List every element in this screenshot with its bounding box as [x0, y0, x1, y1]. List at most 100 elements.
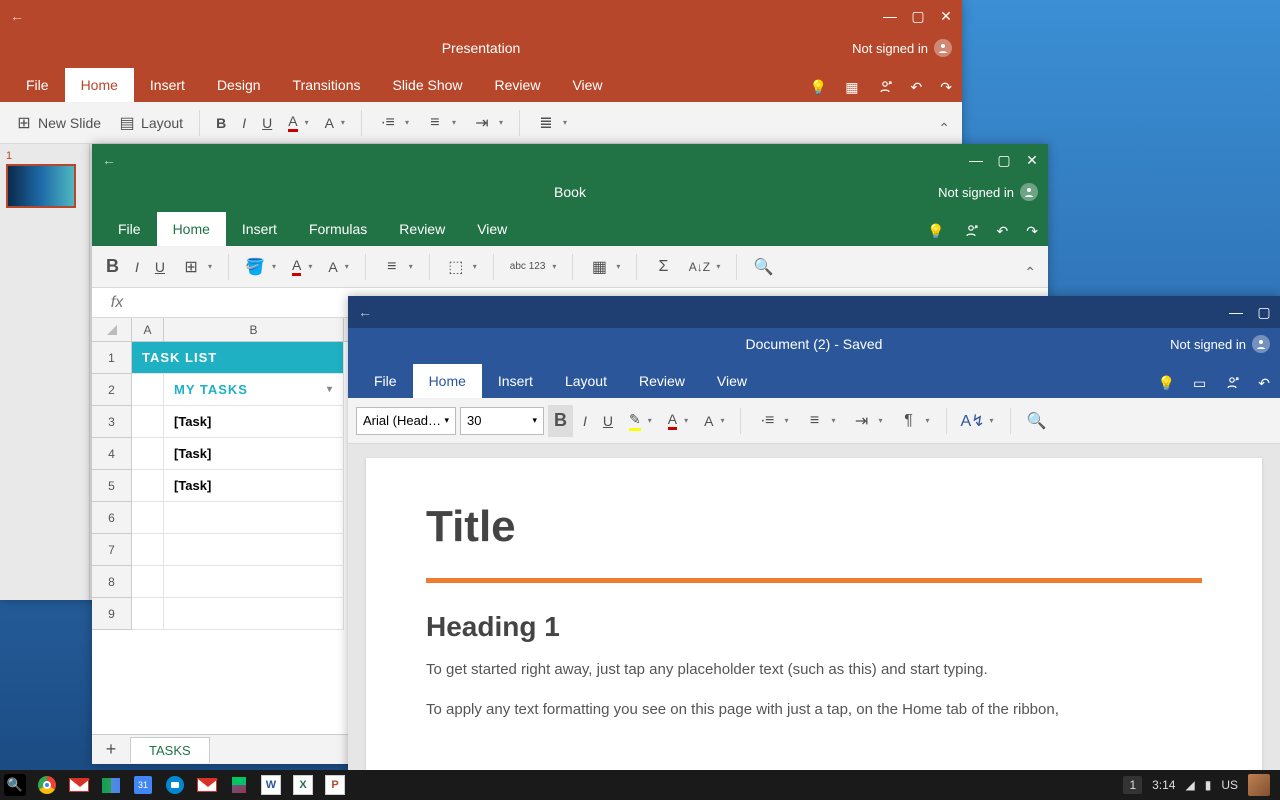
- font-color-button[interactable]: A: [282, 107, 314, 139]
- lightbulb-icon[interactable]: 💡: [927, 223, 944, 240]
- row-header[interactable]: 8: [92, 566, 132, 598]
- calendar-icon[interactable]: 31: [132, 774, 154, 796]
- cell[interactable]: MY TASKS▾: [164, 374, 344, 406]
- tab-transitions[interactable]: Transitions: [277, 68, 377, 102]
- col-header-a[interactable]: A: [132, 318, 164, 341]
- tab-view[interactable]: View: [556, 68, 618, 102]
- read-mode-icon[interactable]: ▭: [1193, 375, 1206, 392]
- undo-icon[interactable]: ↶: [1258, 375, 1270, 392]
- document-page[interactable]: Title Heading 1 To get started right awa…: [366, 458, 1262, 776]
- wd-signin[interactable]: Not signed in: [1170, 335, 1270, 353]
- minimize-icon[interactable]: —: [882, 8, 898, 24]
- gmail-icon[interactable]: [68, 774, 90, 796]
- paragraph-button[interactable]: ¶: [893, 405, 936, 437]
- align-button[interactable]: ≡: [376, 251, 419, 283]
- row-header[interactable]: 7: [92, 534, 132, 566]
- drive-icon[interactable]: [100, 774, 122, 796]
- document-area[interactable]: Title Heading 1 To get started right awa…: [348, 444, 1280, 776]
- lightbulb-icon[interactable]: 💡: [810, 79, 827, 96]
- row-header[interactable]: 9: [92, 598, 132, 630]
- bold-button[interactable]: B: [100, 251, 125, 283]
- tab-file[interactable]: File: [358, 364, 413, 398]
- font-name-combo[interactable]: Arial (Head…▾: [356, 407, 456, 435]
- font-size-button[interactable]: A: [319, 107, 351, 139]
- cell[interactable]: [Task]: [164, 406, 344, 438]
- cell[interactable]: [132, 598, 164, 630]
- wifi-icon[interactable]: ◢: [1185, 778, 1194, 792]
- cell[interactable]: [164, 598, 344, 630]
- tab-review[interactable]: Review: [479, 68, 557, 102]
- tab-layout[interactable]: Layout: [549, 364, 623, 398]
- slide-thumbnail-1[interactable]: [6, 164, 76, 208]
- back-icon[interactable]: ←: [102, 152, 116, 168]
- font-size-combo[interactable]: 30▾: [460, 407, 544, 435]
- cell[interactable]: [164, 534, 344, 566]
- clock[interactable]: 3:14: [1152, 778, 1175, 792]
- collapse-ribbon-icon[interactable]: ⌃: [1024, 264, 1036, 281]
- sheet-tab-tasks[interactable]: TASKS: [130, 737, 210, 763]
- new-slide-button[interactable]: ⊞New Slide: [8, 107, 107, 139]
- xl-signin[interactable]: Not signed in: [938, 183, 1038, 201]
- cell[interactable]: [132, 438, 164, 470]
- underline-button[interactable]: U: [597, 405, 619, 437]
- tab-review[interactable]: Review: [383, 212, 461, 246]
- fill-color-button[interactable]: 🪣: [239, 251, 282, 283]
- highlight-button[interactable]: ✎: [623, 405, 658, 437]
- bold-button[interactable]: B: [548, 405, 573, 437]
- cell[interactable]: [164, 566, 344, 598]
- tab-slideshow[interactable]: Slide Show: [376, 68, 478, 102]
- tab-insert[interactable]: Insert: [134, 68, 201, 102]
- row-header[interactable]: 6: [92, 502, 132, 534]
- gmail-icon-2[interactable]: [196, 774, 218, 796]
- search-icon[interactable]: 🔍: [4, 774, 26, 796]
- italic-button[interactable]: I: [236, 107, 252, 139]
- numbering-button[interactable]: ≡: [419, 107, 462, 139]
- cell[interactable]: [132, 566, 164, 598]
- cell[interactable]: [132, 470, 164, 502]
- tab-insert[interactable]: Insert: [482, 364, 549, 398]
- cell[interactable]: [132, 406, 164, 438]
- chrome-icon[interactable]: [36, 774, 58, 796]
- font-size-button[interactable]: A: [698, 405, 730, 437]
- maximize-icon[interactable]: ▢: [996, 152, 1012, 168]
- tab-view[interactable]: View: [461, 212, 523, 246]
- select-all-cell[interactable]: [92, 318, 132, 341]
- doc-paragraph-1[interactable]: To get started right away, just tap any …: [426, 657, 1202, 683]
- cell[interactable]: [Task]: [164, 470, 344, 502]
- user-avatar[interactable]: [1248, 774, 1270, 796]
- pp-titlebar[interactable]: ← — ▢ ✕: [0, 0, 962, 32]
- tab-view[interactable]: View: [701, 364, 763, 398]
- layout-button[interactable]: ▤Layout: [111, 107, 189, 139]
- maximize-icon[interactable]: ▢: [910, 8, 926, 24]
- underline-button[interactable]: U: [149, 251, 171, 283]
- close-icon[interactable]: ✕: [938, 8, 954, 24]
- cell[interactable]: [132, 374, 164, 406]
- redo-icon[interactable]: ↷: [1026, 223, 1038, 240]
- doc-heading[interactable]: Heading 1: [426, 611, 1202, 643]
- tab-review[interactable]: Review: [623, 364, 701, 398]
- font-color-button[interactable]: A: [286, 251, 318, 283]
- cell[interactable]: TASK LIST: [132, 342, 344, 374]
- italic-button[interactable]: I: [129, 251, 145, 283]
- tab-formulas[interactable]: Formulas: [293, 212, 383, 246]
- tab-insert[interactable]: Insert: [226, 212, 293, 246]
- font-size-button[interactable]: A: [322, 251, 354, 283]
- doc-paragraph-2[interactable]: To apply any text formatting you see on …: [426, 697, 1202, 723]
- autosum-button[interactable]: Σ: [647, 251, 679, 283]
- indent-button[interactable]: ⇥: [846, 405, 889, 437]
- xl-titlebar[interactable]: ← — ▢ ✕: [92, 144, 1048, 176]
- numbering-button[interactable]: ≡: [799, 405, 842, 437]
- word-icon[interactable]: W: [260, 774, 282, 796]
- back-icon[interactable]: ←: [358, 304, 372, 320]
- undo-icon[interactable]: ↶: [997, 223, 1009, 240]
- fx-label[interactable]: fx: [92, 294, 142, 312]
- tab-home[interactable]: Home: [65, 68, 134, 102]
- row-header[interactable]: 2: [92, 374, 132, 406]
- files-icon[interactable]: [164, 774, 186, 796]
- merge-button[interactable]: ⬚: [440, 251, 483, 283]
- undo-icon[interactable]: ↶: [911, 79, 923, 96]
- cell[interactable]: [Task]: [164, 438, 344, 470]
- underline-button[interactable]: U: [256, 107, 278, 139]
- powerpoint-icon[interactable]: P: [324, 774, 346, 796]
- excel-icon[interactable]: X: [292, 774, 314, 796]
